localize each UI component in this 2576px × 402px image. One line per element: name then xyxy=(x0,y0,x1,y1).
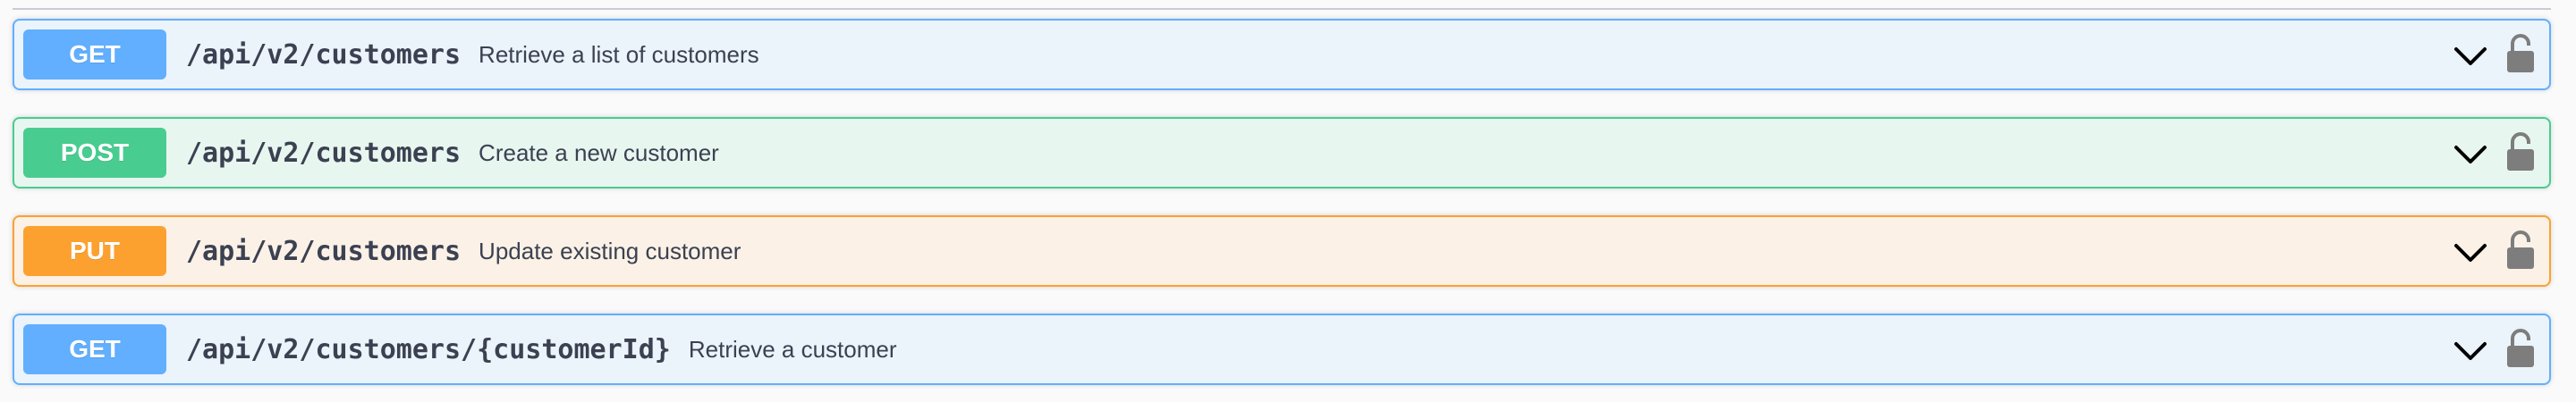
endpoint-path: /api/v2/customers xyxy=(186,137,462,169)
endpoint-summary: Update existing customer xyxy=(479,237,741,264)
method-badge: GET xyxy=(23,324,166,374)
method-badge: PUT xyxy=(23,226,166,276)
endpoint-path: /api/v2/customers/{customerId} xyxy=(186,333,671,365)
chevron-down-icon[interactable] xyxy=(2453,237,2488,269)
endpoint-summary: Retrieve a list of customers xyxy=(479,40,759,68)
method-badge: POST xyxy=(23,128,166,178)
endpoint-path: /api/v2/customers xyxy=(186,38,462,71)
operation-row[interactable]: POST /api/v2/customers Create a new cust… xyxy=(13,117,2551,188)
endpoint-summary: Retrieve a customer xyxy=(688,335,897,363)
chevron-down-icon[interactable] xyxy=(2453,138,2488,171)
lock-icon[interactable] xyxy=(2504,33,2537,76)
lock-icon[interactable] xyxy=(2504,131,2537,174)
lock-icon[interactable] xyxy=(2504,230,2537,272)
operations-list: GET /api/v2/customers Retrieve a list of… xyxy=(13,19,2551,402)
operation-row[interactable]: GET /api/v2/customers/{customerId} Retri… xyxy=(13,314,2551,385)
lock-icon[interactable] xyxy=(2504,328,2537,371)
endpoint-summary: Create a new customer xyxy=(479,138,719,166)
chevron-down-icon[interactable] xyxy=(2453,40,2488,72)
method-badge: GET xyxy=(23,29,166,80)
api-operations-panel: GET /api/v2/customers Retrieve a list of… xyxy=(0,0,2576,402)
divider xyxy=(13,8,2551,10)
endpoint-path: /api/v2/customers xyxy=(186,235,462,267)
chevron-down-icon[interactable] xyxy=(2453,335,2488,367)
operation-row[interactable]: GET /api/v2/customers Retrieve a list of… xyxy=(13,19,2551,90)
operation-row[interactable]: PUT /api/v2/customers Update existing cu… xyxy=(13,215,2551,287)
